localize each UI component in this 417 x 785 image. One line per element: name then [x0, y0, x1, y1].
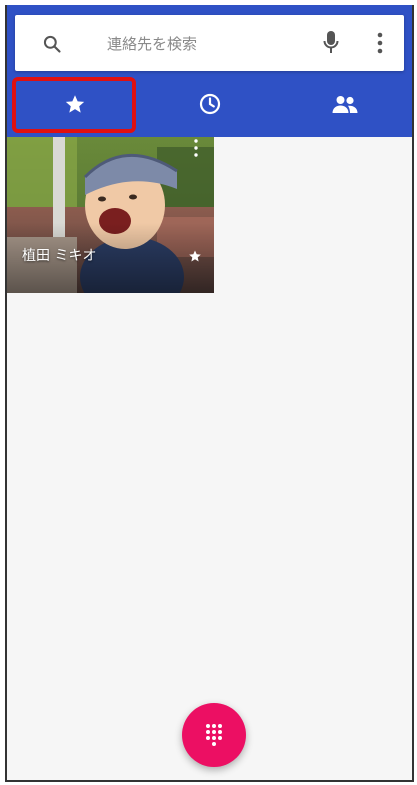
microphone-icon[interactable] [323, 30, 339, 54]
phone-screen: 連絡先を検索 植田 ミキオ [5, 5, 414, 782]
more-vert-icon[interactable] [194, 139, 198, 157]
tab-contacts[interactable] [277, 71, 412, 137]
search-placeholder[interactable]: 連絡先を検索 [107, 33, 197, 54]
app-bar: 連絡先を検索 [7, 5, 412, 137]
tab-recents[interactable] [142, 71, 277, 137]
more-vert-icon[interactable] [377, 32, 383, 54]
dialpad-button[interactable] [182, 703, 246, 767]
star-icon [189, 250, 201, 262]
dialpad-icon [206, 724, 222, 746]
favorite-contact-card[interactable]: 植田 ミキオ [7, 137, 214, 293]
tab-bar [7, 71, 412, 137]
contact-name: 植田 ミキオ [22, 248, 97, 264]
star-icon [65, 95, 84, 113]
search-bar[interactable]: 連絡先を検索 [15, 15, 404, 71]
people-icon [332, 96, 357, 113]
clock-icon [199, 93, 220, 115]
search-icon[interactable] [42, 34, 62, 54]
favorites-list: 植田 ミキオ [7, 137, 412, 780]
tab-favorites[interactable] [7, 71, 142, 137]
contact-photo [7, 137, 214, 293]
